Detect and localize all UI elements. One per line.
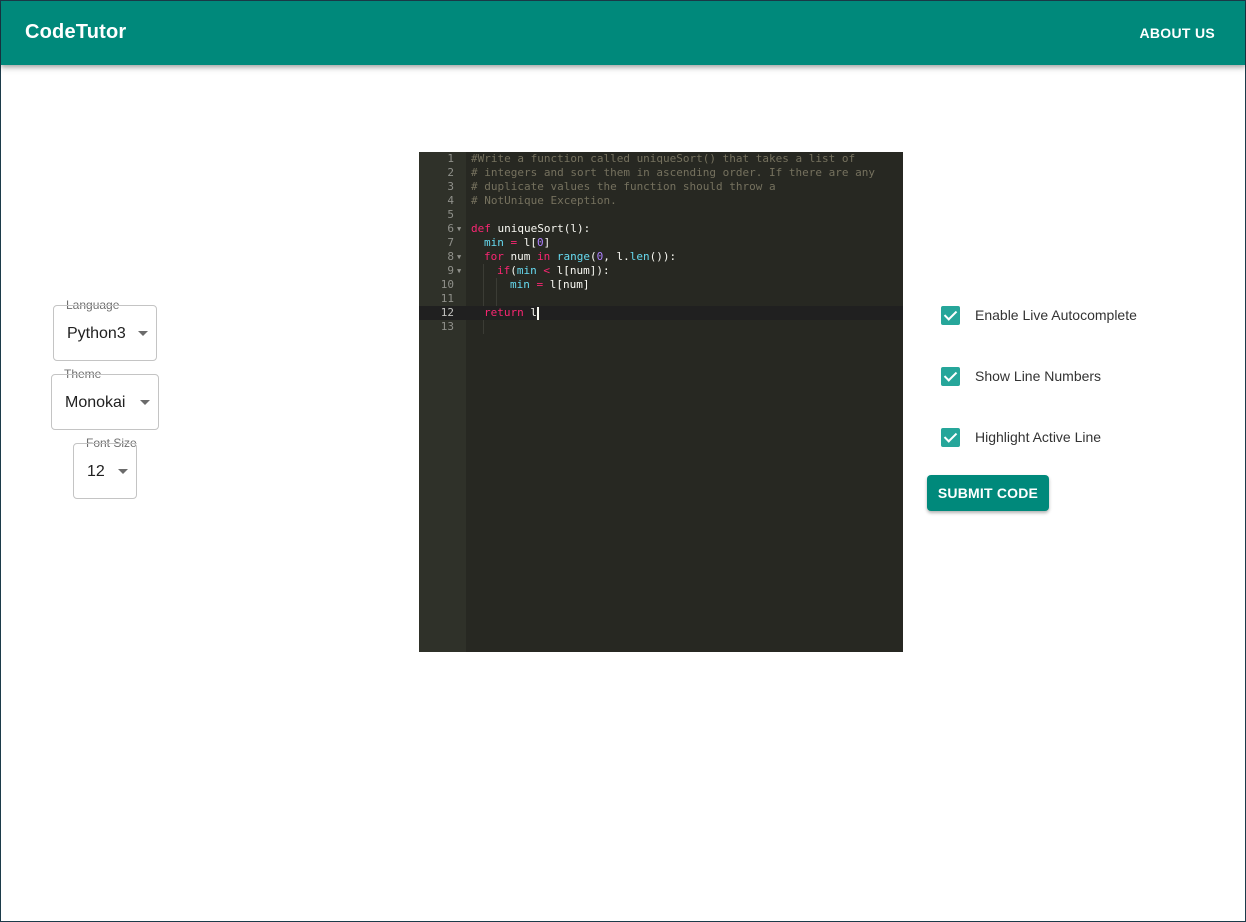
code-fragment: ] bbox=[543, 236, 551, 249]
code-fragment: l bbox=[523, 306, 537, 319]
font-size-legend: Font Size bbox=[86, 436, 137, 450]
line-number: 5 bbox=[447, 208, 454, 221]
code-fragment: ( bbox=[590, 250, 597, 263]
show-line-numbers-label[interactable]: Show Line Numbers bbox=[975, 368, 1101, 384]
line-number: 4 bbox=[447, 194, 454, 207]
highlight-active-line-label[interactable]: Highlight Active Line bbox=[975, 429, 1101, 445]
code-text: for num in range(0, l.len()): bbox=[484, 250, 676, 264]
active-code-line: 12 return l bbox=[419, 306, 903, 320]
theme-select[interactable]: Theme Monokai bbox=[51, 367, 159, 430]
app-bar: CodeTutor ABOUT US bbox=[1, 1, 1245, 65]
checkbox-checked-icon[interactable] bbox=[941, 367, 960, 386]
caret-down-icon bbox=[138, 331, 148, 336]
text-cursor bbox=[537, 307, 539, 320]
theme-legend: Theme bbox=[64, 367, 102, 381]
line-number: 9 bbox=[447, 264, 454, 277]
language-legend: Language bbox=[66, 298, 120, 312]
number: 0 bbox=[537, 236, 544, 249]
code-line: 5 bbox=[419, 208, 903, 222]
fold-arrow-icon[interactable]: ▼ bbox=[457, 222, 461, 236]
theme-value: Monokai bbox=[65, 394, 126, 411]
operator: < bbox=[536, 264, 557, 277]
about-us-link[interactable]: ABOUT US bbox=[1139, 25, 1215, 41]
code-fragment: uniqueSort(l): bbox=[490, 222, 591, 235]
code-fragment: ( bbox=[510, 264, 517, 277]
submit-code-button[interactable]: SUBMIT CODE bbox=[927, 475, 1049, 511]
code-line: 4 # NotUnique Exception. bbox=[419, 194, 903, 208]
variable: min bbox=[516, 264, 537, 277]
font-size-value: 12 bbox=[87, 463, 105, 480]
keyword: for bbox=[484, 250, 504, 263]
variable: min bbox=[510, 278, 530, 291]
line-number: 8 bbox=[447, 250, 454, 263]
code-text: min = l[0] bbox=[484, 236, 550, 250]
line-number: 3 bbox=[447, 180, 454, 193]
line-number: 2 bbox=[447, 166, 454, 179]
code-fragment: l[ bbox=[523, 236, 537, 249]
code-line: 8 ▼ for num in range(0, l.len()): bbox=[419, 250, 903, 264]
code-editor[interactable]: 1 #Write a function called uniqueSort() … bbox=[419, 152, 903, 652]
line-number: 7 bbox=[447, 236, 454, 249]
font-size-select[interactable]: Font Size 12 bbox=[73, 436, 137, 499]
code-fragment: l[num]): bbox=[556, 264, 610, 277]
line-number: 1 bbox=[447, 152, 454, 165]
code-text: # duplicate values the function should t… bbox=[471, 180, 776, 193]
keyword: return bbox=[484, 306, 524, 319]
code-fragment: l[num] bbox=[549, 278, 590, 291]
code-text: def uniqueSort(l): bbox=[471, 222, 590, 236]
code-fragment: num bbox=[503, 250, 537, 263]
fold-arrow-icon[interactable]: ▼ bbox=[457, 264, 461, 278]
line-number: 13 bbox=[440, 320, 454, 333]
code-line: 3 # duplicate values the function should… bbox=[419, 180, 903, 194]
builtin: range bbox=[556, 250, 590, 263]
code-line: 6 ▼ def uniqueSort(l): bbox=[419, 222, 903, 236]
code-text: # NotUnique Exception. bbox=[471, 194, 617, 207]
keyword: in bbox=[537, 250, 551, 263]
code-line: 13 bbox=[419, 320, 903, 334]
code-line: 11 bbox=[419, 292, 903, 306]
code-line: 1 #Write a function called uniqueSort() … bbox=[419, 152, 903, 166]
variable: min bbox=[484, 236, 504, 249]
code-line: 2 # integers and sort them in ascending … bbox=[419, 166, 903, 180]
caret-down-icon bbox=[118, 469, 128, 474]
code-fragment: , l. bbox=[603, 250, 630, 263]
enable-live-autocomplete-label[interactable]: Enable Live Autocomplete bbox=[975, 307, 1137, 323]
code-fragment bbox=[550, 250, 557, 263]
code-fragment: ()): bbox=[649, 250, 677, 263]
code-text: # integers and sort them in ascending or… bbox=[471, 166, 875, 179]
builtin: len bbox=[629, 250, 650, 263]
checkbox-checked-icon[interactable] bbox=[941, 306, 960, 325]
fold-arrow-icon[interactable]: ▼ bbox=[457, 250, 461, 264]
language-select[interactable]: Language Python3 bbox=[53, 298, 157, 361]
line-number: 11 bbox=[440, 292, 454, 305]
line-number: 6 bbox=[447, 222, 454, 235]
operator: = bbox=[529, 278, 550, 291]
code-text: min = l[num] bbox=[510, 278, 590, 292]
brand-title[interactable]: CodeTutor bbox=[25, 21, 126, 44]
keyword: def bbox=[471, 222, 491, 235]
code-text: if(min < l[num]): bbox=[497, 264, 610, 278]
line-number: 12 bbox=[440, 306, 454, 319]
operator: = bbox=[503, 236, 524, 249]
code-line: 7 min = l[0] bbox=[419, 236, 903, 250]
code-text: return l bbox=[484, 306, 537, 320]
code-line: 10 min = l[num] bbox=[419, 278, 903, 292]
code-line: 9 ▼ if(min < l[num]): bbox=[419, 264, 903, 278]
caret-down-icon bbox=[140, 400, 150, 405]
language-value: Python3 bbox=[67, 325, 126, 342]
line-number: 10 bbox=[440, 278, 454, 291]
code-text: #Write a function called uniqueSort() th… bbox=[471, 152, 856, 165]
keyword: if bbox=[497, 264, 511, 277]
checkbox-checked-icon[interactable] bbox=[941, 428, 960, 447]
